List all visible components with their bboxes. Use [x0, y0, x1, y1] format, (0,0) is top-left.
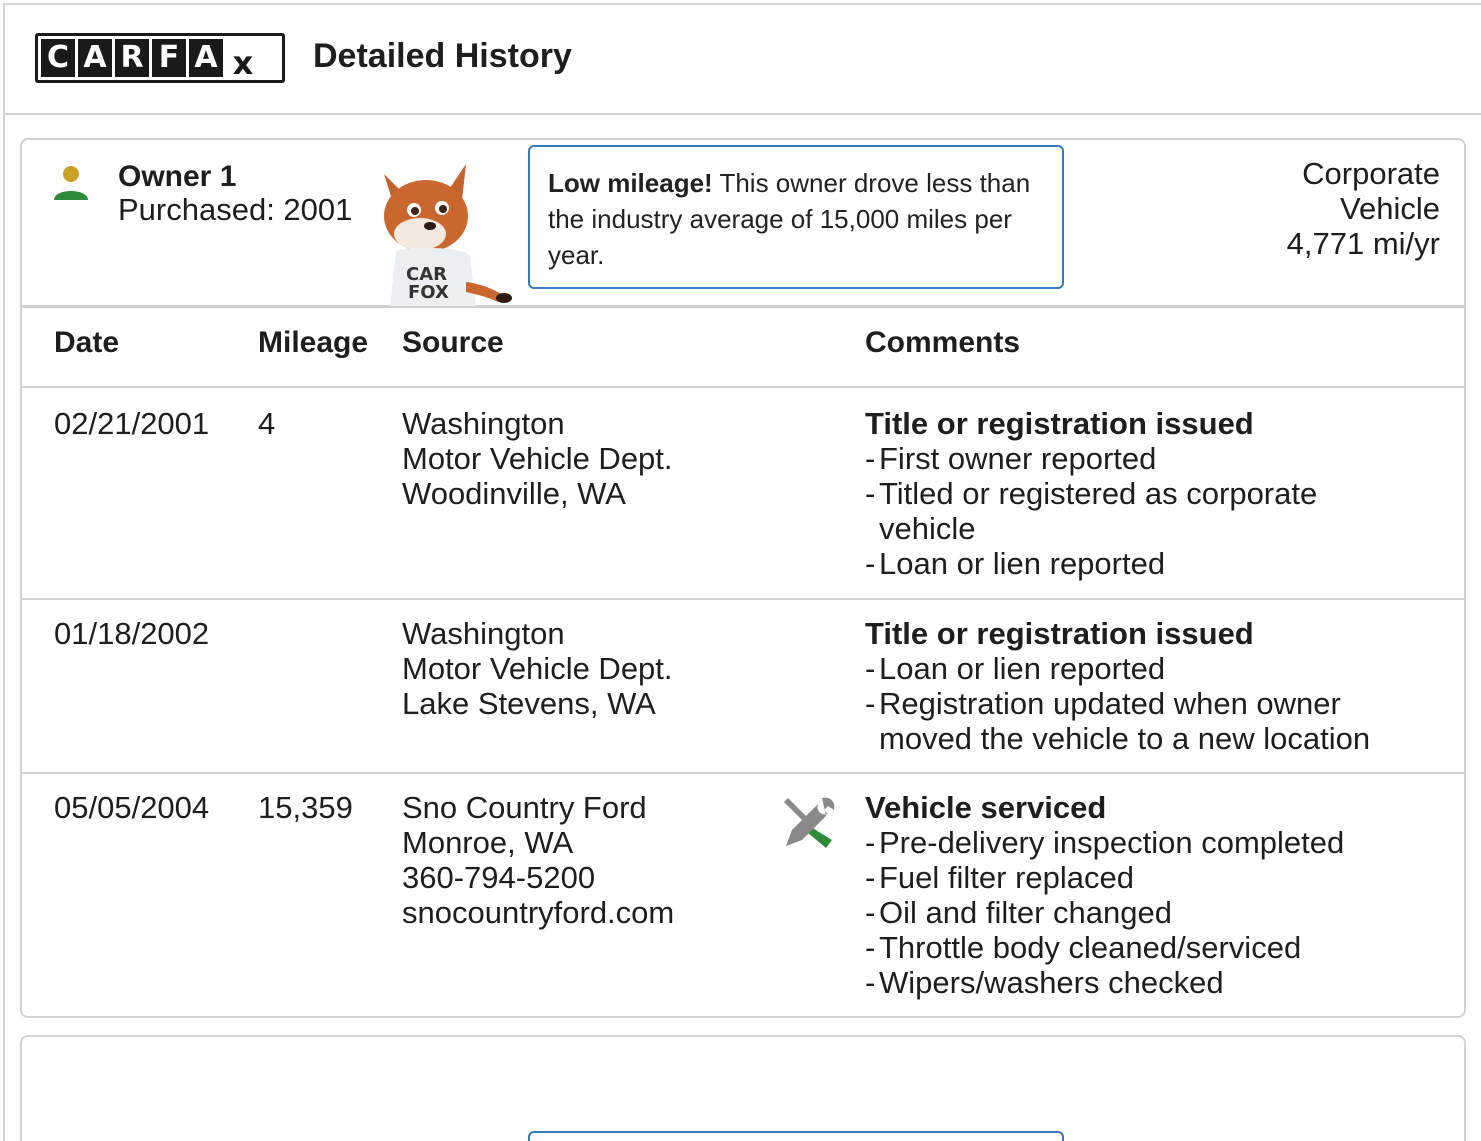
- row-divider: [22, 598, 1464, 600]
- owner-purchased-year: Purchased: 2001: [118, 192, 353, 227]
- logo-letter: F: [152, 39, 186, 77]
- page-title: Detailed History: [313, 37, 572, 75]
- comment-item: - Pre-delivery inspection completed: [865, 825, 1345, 860]
- logo-letter: A: [78, 39, 112, 77]
- svg-text:FOX: FOX: [408, 282, 449, 303]
- comment-title: Vehicle serviced: [865, 790, 1107, 825]
- comment-item: - Loan or lien reported: [865, 651, 1166, 686]
- service-wrench-icon: [784, 797, 835, 848]
- row-source: Washington Motor Vehicle Dept. Lake Stev…: [402, 616, 673, 721]
- comment-item: - Oil and filter changed: [865, 895, 1172, 930]
- person-icon: [54, 166, 88, 200]
- source-line: Lake Stevens, WA: [402, 686, 656, 721]
- comment-title: Title or registration issued: [865, 616, 1254, 651]
- row-comments: Title or registration issued - Loan or li…: [865, 616, 1425, 756]
- source-line: Motor Vehicle Dept.: [402, 651, 673, 686]
- row-date: 01/18/2002: [54, 616, 210, 651]
- source-line: Monroe, WA: [402, 825, 574, 860]
- row-date: 05/05/2004: [54, 790, 210, 825]
- column-header-source: Source: [402, 326, 504, 359]
- callout-highlight: Low mileage!: [548, 168, 713, 198]
- source-line: Woodinville, WA: [402, 476, 626, 511]
- comment-item: - Fuel filter replaced: [865, 860, 1135, 895]
- owner-vehicle-summary: Corporate Vehicle 4,771 mi/yr: [1287, 156, 1440, 261]
- row-comments: Vehicle serviced - Pre-delivery inspectio…: [865, 790, 1425, 1000]
- column-header-mileage: Mileage: [258, 326, 369, 359]
- header-divider: [22, 386, 1464, 388]
- comment-item: - First owner reported: [865, 441, 1157, 476]
- vehicle-type-line1: Corporate: [1302, 156, 1440, 191]
- comment-item: - Loan or lien reported: [865, 546, 1166, 581]
- source-line: Washington: [402, 406, 565, 441]
- column-header-comments: Comments: [865, 326, 1021, 359]
- owner-label: Owner 1: [118, 160, 237, 193]
- vehicle-type-line2: Vehicle: [1340, 191, 1440, 226]
- row-comments: Title or registration issued - First owne…: [865, 406, 1405, 581]
- next-owner-card: [20, 1035, 1466, 1141]
- row-mileage: 4: [258, 406, 276, 441]
- source-website-link[interactable]: snocountryford.com: [402, 895, 674, 930]
- column-header-date: Date: [54, 326, 120, 359]
- row-mileage: 15,359: [258, 790, 353, 825]
- logo-letter: x: [226, 39, 260, 82]
- owner-summary: Owner 1 Purchased: 2001 CAR FOX Low mile…: [22, 140, 1464, 308]
- source-line: Sno Country Ford: [402, 790, 647, 825]
- comment-title: Title or registration issued: [865, 406, 1254, 441]
- comment-item: - Titled or registered as corporate vehic…: [865, 476, 1318, 546]
- logo-letter: R: [115, 39, 149, 77]
- source-line: Motor Vehicle Dept.: [402, 441, 673, 476]
- row-divider: [22, 772, 1464, 774]
- logo-letter: A: [189, 39, 223, 77]
- source-line: 360-794-5200: [402, 860, 596, 895]
- row-source: Washington Motor Vehicle Dept. Woodinvil…: [402, 406, 673, 511]
- logo-letter: C: [41, 39, 75, 77]
- carfox-mascot-icon: CAR FOX: [384, 164, 512, 306]
- report-header: C A R F A x Detailed History: [3, 3, 1481, 115]
- comment-item: - Registration updated when owner moved t…: [865, 686, 1371, 756]
- comment-item: - Wipers/washers checked: [865, 965, 1224, 1000]
- comment-item: - Throttle body cleaned/serviced: [865, 930, 1302, 965]
- owner-history-card: Owner 1 Purchased: 2001 CAR FOX Low mile…: [20, 138, 1466, 1018]
- row-source: Sno Country Ford Monroe, WA 360-794-5200…: [402, 790, 674, 930]
- next-owner-callout: [528, 1131, 1064, 1141]
- low-mileage-callout: Low mileage! This owner drove less than …: [528, 145, 1064, 289]
- source-line: Washington: [402, 616, 565, 651]
- row-date: 02/21/2001: [54, 406, 210, 441]
- carfax-logo: C A R F A x: [35, 33, 285, 83]
- mileage-rate: 4,771 mi/yr: [1286, 226, 1440, 261]
